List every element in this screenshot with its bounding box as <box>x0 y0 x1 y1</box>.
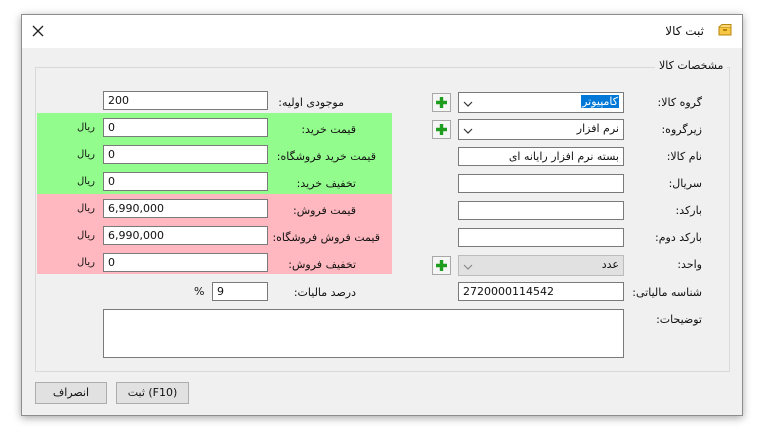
currency-label: ریال <box>77 176 95 187</box>
initial-stock-input[interactable]: 200 <box>103 91 268 110</box>
serial-input[interactable] <box>458 174 624 193</box>
plus-icon <box>436 260 447 271</box>
purchase-discount-input[interactable]: 0 <box>103 172 268 191</box>
currency-label: ریال <box>77 122 95 133</box>
barcode-input[interactable] <box>458 201 624 220</box>
product-dialog: ثبت کالا مشخصات کالا گروه کالا: کامپیوتر… <box>21 14 743 416</box>
store-purchase-price-input[interactable]: 0 <box>103 145 268 164</box>
plus-icon <box>436 97 447 108</box>
currency-label: ریال <box>77 257 95 268</box>
sale-price-input[interactable]: 6,990,000 <box>103 199 268 218</box>
close-icon[interactable] <box>29 22 47 40</box>
store-sale-price-input[interactable]: 6,990,000 <box>103 226 268 245</box>
notes-textarea[interactable] <box>103 309 624 358</box>
plus-icon <box>436 124 447 135</box>
currency-label: ریال <box>77 149 95 160</box>
chevron-down-icon <box>463 261 473 270</box>
store-sale-price-label: قیمت فروش فروشگاه: <box>272 231 380 244</box>
title-bar: ثبت کالا <box>22 15 742 48</box>
cancel-button[interactable]: انصراف <box>35 382 107 404</box>
store-purchase-price-label: قیمت خرید فروشگاه: <box>276 150 376 163</box>
box-icon <box>718 24 732 36</box>
barcode2-input[interactable] <box>458 228 624 247</box>
currency-label: ریال <box>77 230 95 241</box>
group-select[interactable]: کامپیوتر <box>458 92 624 113</box>
percent-sign: % <box>194 285 205 298</box>
subgroup-value: نرم افزار <box>576 122 619 135</box>
sale-discount-input[interactable]: 0 <box>103 253 268 272</box>
group-title: مشخصات کالا <box>655 59 728 72</box>
name-input[interactable]: بسته نرم افزار رایانه ای <box>458 147 624 166</box>
window-title: ثبت کالا <box>665 24 704 38</box>
subgroup-select[interactable]: نرم افزار <box>458 119 624 140</box>
purchase-price-input[interactable]: 0 <box>103 118 268 137</box>
add-subgroup-button[interactable] <box>432 120 451 139</box>
chevron-down-icon <box>463 125 473 134</box>
currency-label: ریال <box>77 203 95 214</box>
unit-value: عدد <box>601 258 619 271</box>
chevron-down-icon <box>463 98 473 107</box>
tax-id-input[interactable]: 2720000114542 <box>458 282 624 301</box>
add-group-button[interactable] <box>432 93 451 112</box>
submit-button[interactable]: ثبت (F10) <box>116 382 189 404</box>
group-value: کامپیوتر <box>581 95 619 108</box>
unit-select[interactable]: عدد <box>458 255 624 276</box>
tax-percent-input[interactable]: 9 <box>212 282 268 301</box>
add-unit-button[interactable] <box>432 256 451 275</box>
